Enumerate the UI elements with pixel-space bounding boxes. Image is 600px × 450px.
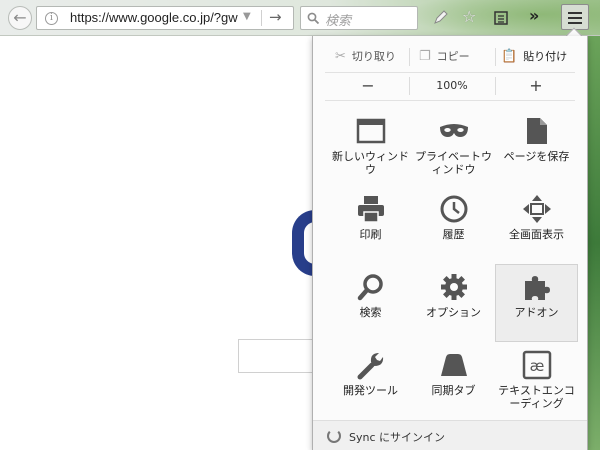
app-menu-panel: ✂ 切り取り ❐ コピー 📋 貼り付け − 100% + 新しいウィンドウ プラ… <box>312 36 588 450</box>
tile-label: ページを保存 <box>503 150 570 163</box>
divider <box>495 48 496 66</box>
tile-label: オプション <box>426 306 481 319</box>
copy-label: コピー <box>436 50 470 63</box>
clipboard-icon: 📋 <box>501 49 518 64</box>
google-search-box[interactable] <box>238 339 318 373</box>
addons-button[interactable]: アドオン <box>495 264 578 342</box>
new-window-icon <box>356 118 385 144</box>
save-page-icon <box>526 118 547 144</box>
back-button[interactable]: ← <box>8 6 32 30</box>
overflow-chevron-icon[interactable]: » <box>529 7 539 25</box>
cut-button[interactable]: ✂ 切り取り <box>335 44 396 70</box>
dropdown-arrow-icon[interactable]: ▼ <box>243 11 251 22</box>
history-button[interactable]: 履歴 <box>412 186 495 264</box>
url-text[interactable]: https://www.google.co.jp/?gw <box>70 10 240 25</box>
separator <box>325 100 575 101</box>
zoom-controls: − 100% + <box>313 74 587 98</box>
zoom-in-button[interactable]: + <box>496 74 576 98</box>
printer-icon <box>357 196 384 223</box>
fullscreen-button[interactable]: 全画面表示 <box>495 186 578 264</box>
tile-label: 同期タブ <box>431 384 476 397</box>
tile-label: 履歴 <box>442 228 465 241</box>
tile-label: アドオン <box>514 306 559 319</box>
zoom-out-button[interactable]: − <box>327 74 409 98</box>
url-divider <box>261 10 262 26</box>
private-mask-icon <box>439 124 468 137</box>
magnifier-icon <box>357 274 383 301</box>
synced-tabs-icon <box>440 354 467 376</box>
text-encoding-icon: æ <box>522 350 551 380</box>
paste-button[interactable]: 📋 貼り付け <box>501 44 567 70</box>
hamburger-bar <box>568 17 582 19</box>
tile-label: 検索 <box>359 306 382 319</box>
tile-label: 印刷 <box>359 228 382 241</box>
sync-label: Sync にサインイン <box>349 431 446 444</box>
find-button[interactable]: 検索 <box>329 264 412 342</box>
tile-label: 新しいウィンドウ <box>332 150 409 176</box>
developer-tools-button[interactable]: 開発ツール <box>329 342 412 420</box>
copy-button[interactable]: ❐ コピー <box>419 44 470 70</box>
copy-icon: ❐ <box>419 49 431 64</box>
search-bar[interactable]: 検索 <box>300 6 418 30</box>
divider <box>409 48 410 66</box>
go-button[interactable]: → <box>269 8 282 26</box>
clock-icon <box>440 195 467 223</box>
pencil-icon[interactable] <box>433 9 449 25</box>
private-window-button[interactable]: プライベートウィンドウ <box>412 108 495 186</box>
search-placeholder: 検索 <box>325 14 352 29</box>
bookmarks-menu-icon[interactable] <box>493 10 509 26</box>
sync-icon <box>327 429 341 443</box>
cut-label: 切り取り <box>351 50 396 63</box>
gear-icon <box>440 274 467 300</box>
edit-controls: ✂ 切り取り ❐ コピー 📋 貼り付け <box>313 44 587 70</box>
scissors-icon: ✂ <box>335 49 346 64</box>
hamburger-bar <box>568 22 582 24</box>
hamburger-menu-button[interactable] <box>561 4 589 30</box>
browser-toolbar: ← i https://www.google.co.jp/?gw ▼ → 検索 … <box>0 0 600 36</box>
hamburger-bar <box>568 12 582 14</box>
separator <box>325 72 575 73</box>
search-icon <box>307 12 320 25</box>
new-window-button[interactable]: 新しいウィンドウ <box>329 108 412 186</box>
wrench-icon <box>357 353 383 380</box>
text-encoding-button[interactable]: æ テキストエンコーディング <box>495 342 578 420</box>
synced-tabs-button[interactable]: 同期タブ <box>412 342 495 420</box>
print-button[interactable]: 印刷 <box>329 186 412 264</box>
menu-grid: 新しいウィンドウ プライベートウィンドウ ページを保存 印刷 履歴 全画面表示 … <box>329 108 578 420</box>
tile-label: 開発ツール <box>343 384 398 397</box>
tile-label: テキストエンコーディング <box>498 384 575 410</box>
puzzle-icon <box>524 276 550 300</box>
options-button[interactable]: オプション <box>412 264 495 342</box>
paste-label: 貼り付け <box>523 50 568 63</box>
zoom-reset-button[interactable]: 100% <box>410 74 494 98</box>
sync-sign-in-button[interactable]: Sync にサインイン <box>313 420 587 450</box>
fullscreen-icon <box>522 195 551 223</box>
save-page-button[interactable]: ページを保存 <box>495 108 578 186</box>
bookmark-star-icon[interactable]: ☆ <box>462 8 476 26</box>
info-icon[interactable]: i <box>45 12 58 25</box>
url-bar[interactable]: i https://www.google.co.jp/?gw ▼ → <box>36 6 294 30</box>
svg-text:æ: æ <box>529 357 544 375</box>
tile-label: 全画面表示 <box>509 228 564 241</box>
tile-label: プライベートウィンドウ <box>415 150 492 176</box>
